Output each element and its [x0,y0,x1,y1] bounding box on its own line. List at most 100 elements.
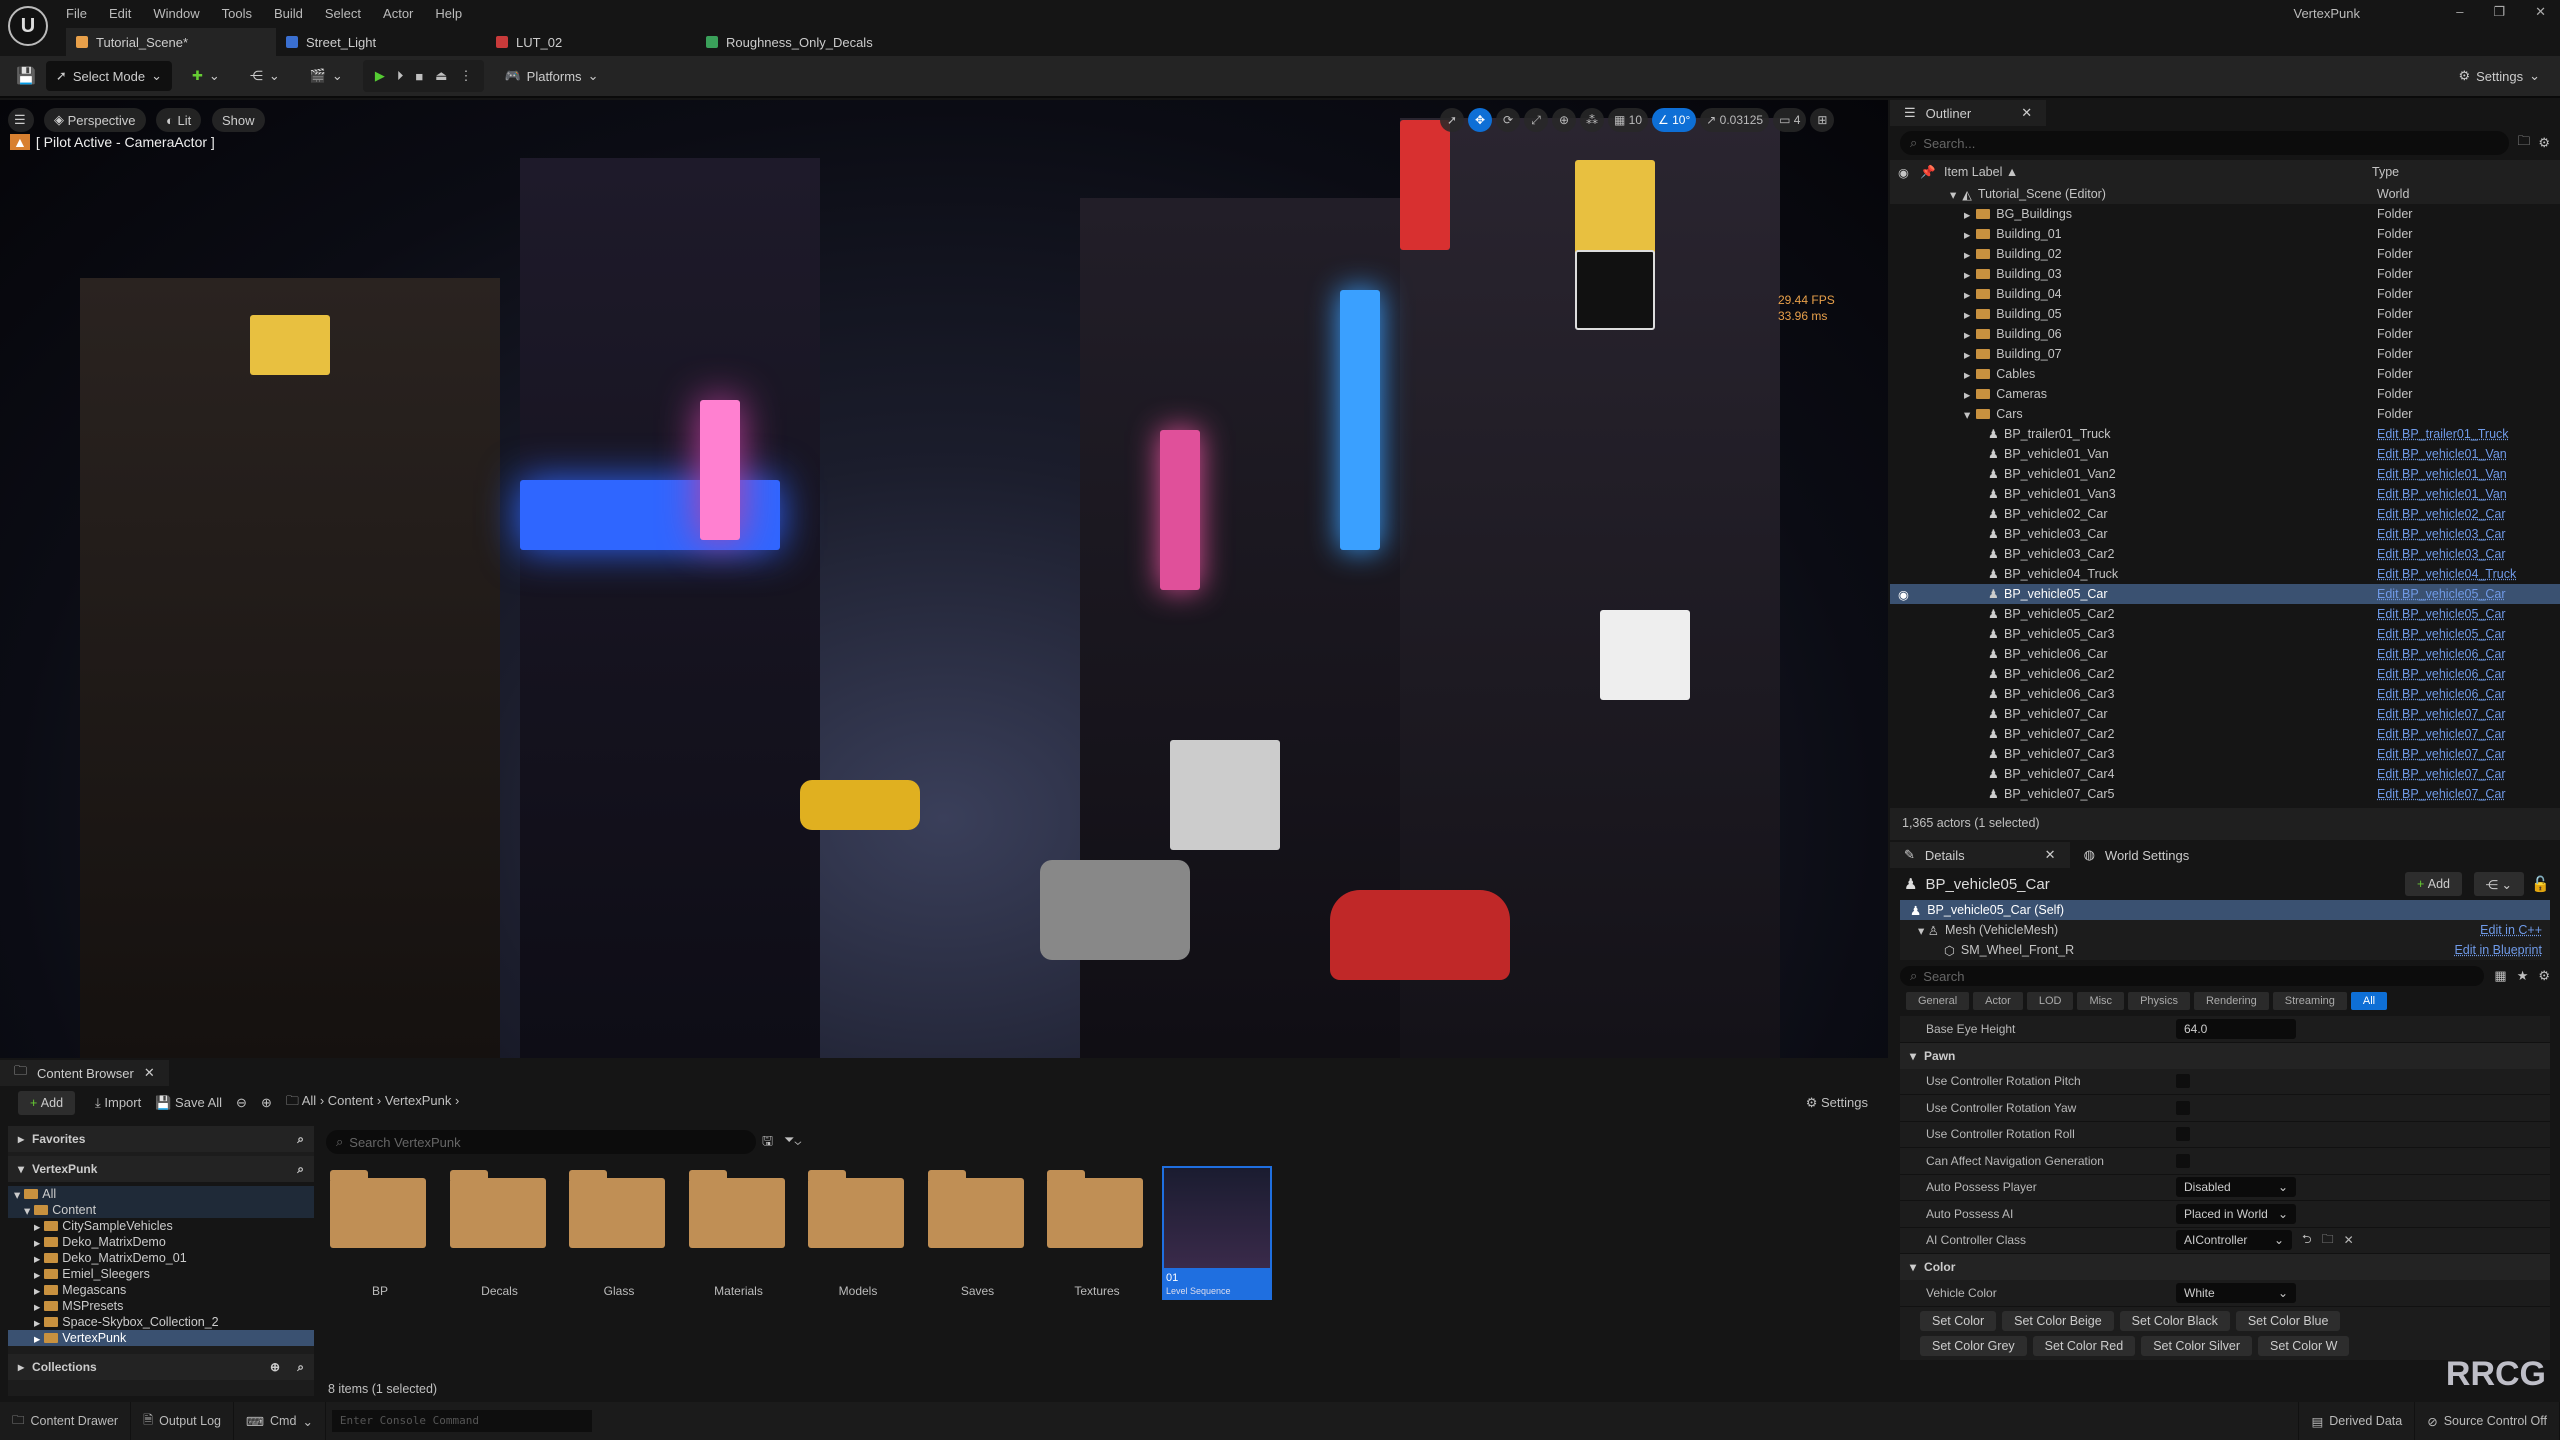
collapsed-arrow-icon[interactable]: ▸ [1964,367,1970,382]
collapsed-arrow-icon[interactable]: ▸ [34,1267,40,1282]
set-color-button[interactable]: Set Color Blue [2235,1310,2341,1331]
outliner-row[interactable]: ▸ Building_07 Folder [1890,344,2560,364]
vertexpunk-section[interactable]: ▾ VertexPunk ⌕ [8,1156,314,1182]
outliner-row[interactable]: ♟ BP_vehicle06_Car3 Edit BP_vehicle06_Car [1890,684,2560,704]
blueprint-button[interactable]: ⋲ ⌄ [240,61,290,91]
asset-level-sequence[interactable]: 01 Level Sequence [1162,1166,1272,1300]
expanded-arrow-icon[interactable]: ▾ [1964,407,1970,422]
set-color-button[interactable]: Set Color [1920,1310,1997,1331]
auto-possess-player-dropdown[interactable]: Disabled ⌄ [2176,1177,2296,1198]
outliner-row[interactable]: ▾ ◭ Tutorial_Scene (Editor) World [1890,184,2560,204]
close-icon[interactable]: ✕ [2535,4,2546,20]
expanded-arrow-icon[interactable]: ▾ [14,1187,20,1202]
asset-folder[interactable]: Textures [1047,1170,1147,1298]
outliner-row[interactable]: ▸ Building_03 Folder [1890,264,2560,284]
save-icon[interactable]: 💾 [16,66,36,86]
edit-blueprint-link[interactable]: Edit BP_vehicle02_Car [2377,507,2506,521]
category-color[interactable]: ▾ Color [1900,1254,2550,1280]
source-control-button[interactable]: ⊘ Source Control Off [2415,1402,2560,1440]
star-icon[interactable]: ★ [2517,968,2529,984]
filter-tab-general[interactable]: General [1906,992,1970,1010]
stop-icon[interactable]: ■ [415,69,423,84]
edit-blueprint-link[interactable]: Edit BP_vehicle07_Car [2377,707,2506,721]
outliner-row[interactable]: ▸ Cables Folder [1890,364,2560,384]
add-button[interactable]: + Add [18,1091,76,1115]
more-icon[interactable]: ⋮ [459,68,472,84]
select-tool-icon[interactable]: ➚ [1440,108,1464,132]
menu-edit[interactable]: Edit [109,6,131,21]
outliner-row[interactable]: ▸ Building_02 Folder [1890,244,2560,264]
back-icon[interactable]: ⊖ [236,1095,247,1111]
collapsed-arrow-icon[interactable]: ▸ [1964,227,1970,242]
filter-icon[interactable]: ⏷⌄ [784,1132,801,1148]
maximize-icon[interactable]: ❐ [2493,4,2505,20]
menu-actor[interactable]: Actor [383,6,413,21]
filter-tab-lod[interactable]: LOD [2026,992,2074,1010]
asset-folder[interactable]: Materials [688,1170,789,1298]
edit-blueprint-link[interactable]: Edit BP_vehicle03_Car [2377,527,2506,541]
edit-blueprint-link[interactable]: Edit BP_vehicle03_Car [2377,547,2506,561]
outliner-row[interactable]: ♟ BP_vehicle05_Car3 Edit BP_vehicle05_Car [1890,624,2560,644]
collapsed-arrow-icon[interactable]: ▸ [34,1251,40,1266]
play-icon[interactable]: ▶ [375,68,385,84]
edit-in-cpp-link[interactable]: Edit in C++ [2480,923,2542,937]
outliner-row[interactable]: ♟ BP_vehicle07_Car2 Edit BP_vehicle07_Car [1890,724,2560,744]
collapsed-arrow-icon[interactable]: ▸ [1964,307,1970,322]
column-type[interactable]: Type [2372,165,2399,179]
add-collection-icon[interactable]: ⊕ [270,1360,280,1374]
asset-folder[interactable]: Saves [927,1170,1028,1298]
set-color-button[interactable]: Set Color Silver [2141,1335,2253,1356]
save-search-icon[interactable]: 🖫 [762,1132,773,1154]
outliner-row[interactable]: ♟ BP_vehicle01_Van3 Edit BP_vehicle01_Van [1890,484,2560,504]
edit-blueprint-link[interactable]: Edit BP_vehicle06_Car [2377,687,2506,701]
outliner-row[interactable]: ◉ ♟ BP_vehicle05_Car Edit BP_vehicle05_Car [1890,584,2560,604]
browse-icon[interactable]: 🗀 [2322,1230,2334,1251]
search-icon[interactable]: ⌕ [297,1162,304,1177]
doc-tab[interactable]: Roughness_Only_Decals [696,28,906,56]
outliner-row[interactable]: ♟ BP_vehicle07_Car4 Edit BP_vehicle07_Car [1890,764,2560,784]
outliner-row[interactable]: ♟ BP_vehicle04_Truck Edit BP_vehicle04_Tru… [1890,564,2560,584]
asset-folder[interactable]: Decals [449,1170,550,1298]
camera-speed-button[interactable]: ▭ 4 [1773,108,1807,132]
component-self[interactable]: ♟ BP_vehicle05_Car (Self) [1900,900,2550,920]
folder-tree-item[interactable]: ▾ All [8,1186,314,1202]
folder-tree-item[interactable]: ▸ MSPresets [8,1298,314,1314]
filter-tab-streaming[interactable]: Streaming [2272,992,2347,1010]
perspective-button[interactable]: ◈ Perspective [44,108,146,132]
outliner-row[interactable]: ♟ BP_vehicle01_Van2 Edit BP_vehicle01_Van [1890,464,2560,484]
content-drawer-button[interactable]: 🗀 Content Drawer [0,1402,132,1440]
menu-select[interactable]: Select [325,6,361,21]
tab-outliner[interactable]: ☰ Outliner ✕ [1890,100,2047,126]
outliner-row[interactable]: ▾ Cars Folder [1890,404,2560,424]
level-viewport[interactable]: ☰ ◈ Perspective ◐ Lit Show ▲[ Pilot Acti… [0,100,1888,1058]
expanded-arrow-icon[interactable]: ▾ [1950,187,1956,202]
edit-blueprint-link[interactable]: Edit BP_vehicle05_Car [2377,627,2506,641]
visibility-icon[interactable]: ◉ [1898,587,1909,602]
base-eye-height-input[interactable]: 64.0 [2176,1018,2296,1039]
add-component-button[interactable]: + Add [2404,872,2462,896]
surface-snap-icon[interactable]: ⁂ [1580,108,1604,132]
asset-folder[interactable]: BP [330,1170,430,1298]
eject-icon[interactable]: ⏏ [435,68,447,84]
step-icon[interactable]: ⏵ [397,68,404,84]
cmd-dropdown[interactable]: ⌨ Cmd ⌄ [234,1402,326,1440]
edit-blueprint-link[interactable]: Edit BP_vehicle01_Van [2377,447,2507,461]
component-mesh[interactable]: ▾ ♙ Mesh (VehicleMesh) Edit in C++ [1900,920,2550,940]
outliner-row[interactable]: ♟ BP_trailer01_Truck Edit BP_trailer01_Tru… [1890,424,2560,444]
outliner-row[interactable]: ▸ Cameras Folder [1890,384,2560,404]
outliner-row[interactable]: ▸ Building_05 Folder [1890,304,2560,324]
rotate-tool-icon[interactable]: ⟳ [1496,108,1520,132]
cb-search-input[interactable]: ⌕ Search VertexPunk [326,1130,756,1154]
show-button[interactable]: Show [212,108,265,132]
edit-blueprint-link[interactable]: Edit BP_vehicle07_Car [2377,767,2506,781]
edit-blueprint-link[interactable]: Edit BP_vehicle06_Car [2377,647,2506,661]
set-color-button[interactable]: Set Color Black [2119,1310,2230,1331]
search-icon[interactable]: ⌕ [297,1360,304,1375]
favorites-section[interactable]: ▸ Favorites ⌕ [8,1126,314,1152]
output-log-button[interactable]: 🗎 Output Log [131,1402,234,1440]
asset-folder[interactable]: Models [808,1170,908,1298]
expanded-arrow-icon[interactable]: ▾ [24,1203,30,1218]
collapsed-arrow-icon[interactable]: ▸ [1964,347,1970,362]
save-all-button[interactable]: 💾 Save All [155,1095,222,1111]
outliner-row[interactable]: ♟ BP_vehicle03_Car Edit BP_vehicle03_Car [1890,524,2560,544]
